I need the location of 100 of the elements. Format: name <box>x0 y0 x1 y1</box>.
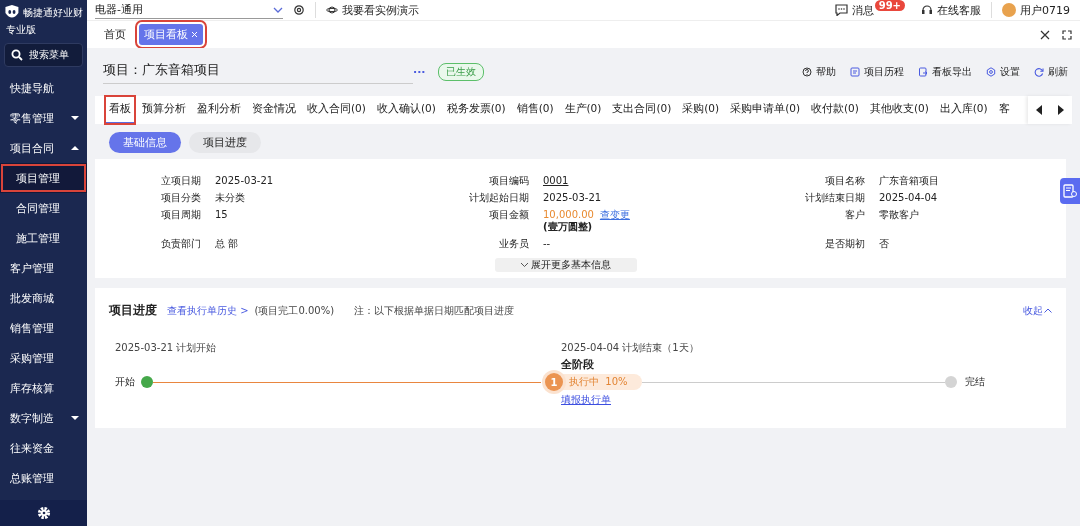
sub-tab[interactable]: 基础信息 <box>109 132 181 153</box>
tab[interactable]: 税务发票(0) <box>442 96 510 124</box>
chevron-down-icon <box>520 262 529 268</box>
field-value: 否 <box>879 238 889 249</box>
expand-button[interactable]: 展开更多基本信息 <box>494 258 637 272</box>
sub-tab[interactable]: 项目进度 <box>189 132 261 153</box>
fill-report-link[interactable]: 填报执行单 <box>561 394 611 405</box>
tab[interactable]: 收入确认(0) <box>372 96 440 124</box>
online-service-link[interactable]: 在线客服 <box>921 2 981 18</box>
tab[interactable]: 资金情况 <box>248 96 300 124</box>
field-label: 客户 <box>844 209 865 222</box>
sidebar-item[interactable]: 库存核算 <box>0 373 87 403</box>
status-pill: 执行中 10% <box>563 374 642 390</box>
sidebar-item[interactable]: 合同管理 <box>0 193 87 223</box>
demo-link[interactable]: 我要看实例演示 <box>326 2 419 18</box>
refresh-icon <box>1034 67 1044 77</box>
section-title: 项目进度 <box>109 302 157 319</box>
tab[interactable]: 出入库(0) <box>935 96 992 124</box>
field-label: 项目金额 <box>488 209 529 222</box>
sidebar-item[interactable]: 施工管理 <box>0 223 87 253</box>
export-icon <box>918 67 928 77</box>
sidebar-item[interactable]: 销售管理 <box>0 313 87 343</box>
tab[interactable]: 预算分析 <box>138 96 190 124</box>
field-label: 负责部门 <box>160 238 201 250</box>
start-dot <box>141 376 153 388</box>
company-select[interactable]: 电器-通用 <box>95 1 283 19</box>
field-value: 2025-03-21 <box>215 175 274 186</box>
history-link[interactable]: 查看执行单历史 > <box>167 303 249 318</box>
status-tag: 已生效 <box>437 63 484 81</box>
sidebar-item[interactable]: 往来资金 <box>0 433 87 463</box>
sidebar-item[interactable]: 批发商城 <box>0 283 87 313</box>
help-icon <box>802 67 812 77</box>
field-label: 计划起始日期 <box>468 192 529 204</box>
tab[interactable]: 客 <box>994 96 1014 124</box>
headset-icon <box>921 4 933 16</box>
project-title: 项目：广东音箱项目 <box>103 60 413 84</box>
search-menu-button[interactable]: 搜索菜单 <box>4 43 83 67</box>
chat-icon <box>834 4 848 16</box>
sidebar-item[interactable]: 总账管理 <box>0 463 87 493</box>
field-label: 计划结束日期 <box>804 192 865 204</box>
tab[interactable]: 看板 <box>105 96 135 124</box>
field-label: 业务员 <box>498 238 529 250</box>
edition-label: 专业版 <box>5 23 37 37</box>
field-label: 项目名称 <box>824 175 865 187</box>
sidebar-item[interactable]: 快捷导航 <box>0 73 87 103</box>
sidebar-item[interactable]: 零售管理 <box>0 103 87 133</box>
field-label: 项目周期 <box>160 209 201 222</box>
sidebar-item[interactable]: 采购管理 <box>0 343 87 373</box>
search-icon <box>11 49 23 61</box>
sidebar-item[interactable]: 数字制造 <box>0 403 87 433</box>
field-value: 15 <box>215 209 228 220</box>
action-link[interactable]: 帮助 <box>802 65 836 79</box>
tab[interactable]: 采购(0) <box>678 96 724 124</box>
stage-name: 全阶段 <box>561 357 595 372</box>
action-link[interactable]: 设置 <box>986 65 1020 79</box>
field-value: 广东音箱项目 <box>879 175 939 186</box>
tab[interactable]: 收付款(0) <box>807 96 863 124</box>
action-link[interactable]: 刷新 <box>1034 65 1068 79</box>
close-icon[interactable] <box>1040 29 1050 40</box>
page-tab[interactable]: 首页 <box>99 24 131 45</box>
caret-right-icon[interactable] <box>1057 105 1065 115</box>
field-value: 未分类 <box>215 192 245 203</box>
more-button[interactable]: ··· <box>413 65 426 79</box>
field-value: 0001 <box>543 175 569 186</box>
tab[interactable]: 其他收支(0) <box>865 96 933 124</box>
fullscreen-icon[interactable] <box>1062 29 1072 40</box>
caret-left-icon[interactable] <box>1035 105 1043 115</box>
milestone-label: 开始 <box>115 375 135 389</box>
milestone-label: 完结 <box>965 375 985 389</box>
sidebar-item[interactable]: 客户管理 <box>0 253 87 283</box>
amount-in-words: (壹万圆整) <box>543 221 594 233</box>
field-label: 立项日期 <box>160 175 201 187</box>
tab[interactable]: 支出合同(0) <box>608 96 676 124</box>
chevron-up-icon <box>1044 308 1052 313</box>
field-label: 项目分类 <box>160 192 201 204</box>
tab[interactable]: 生产(0) <box>560 96 606 124</box>
user-menu[interactable]: 用户0719 <box>1002 2 1070 18</box>
messages-link[interactable]: 消息 <box>834 2 874 18</box>
tab[interactable]: 盈利分析 <box>193 96 245 124</box>
note-icon <box>1063 184 1077 198</box>
sidebar-item[interactable]: 项目合同 <box>0 133 87 163</box>
tab[interactable]: 销售(0) <box>512 96 558 124</box>
action-link[interactable]: 看板导出 <box>918 65 972 79</box>
action-link[interactable]: 项目历程 <box>850 65 904 79</box>
field-value: 10,000.00 <box>543 209 594 221</box>
field-value: -- <box>543 238 551 249</box>
field-label: 是否期初 <box>824 238 865 250</box>
brand-name: 畅捷通好业财 <box>23 6 83 20</box>
change-link[interactable]: 查变更 <box>599 209 630 221</box>
field-value: 2025-03-21 <box>543 192 602 203</box>
avatar-icon <box>1002 3 1016 17</box>
tab[interactable]: 收入合同(0) <box>303 96 370 124</box>
field-value: 零散客户 <box>879 209 919 220</box>
tab[interactable]: 采购申请单(0) <box>726 96 804 124</box>
collapse-link[interactable]: 收起 <box>1023 303 1052 318</box>
sidebar-item[interactable]: 项目管理 <box>0 163 87 193</box>
side-float-button[interactable] <box>1060 178 1080 204</box>
milestone-date: 2025-03-21 计划开始 <box>115 341 218 355</box>
note-text: 注：以下根据单据日期匹配项目进度 <box>354 303 515 318</box>
completion-text: (项目完工0.00%) <box>254 303 335 318</box>
